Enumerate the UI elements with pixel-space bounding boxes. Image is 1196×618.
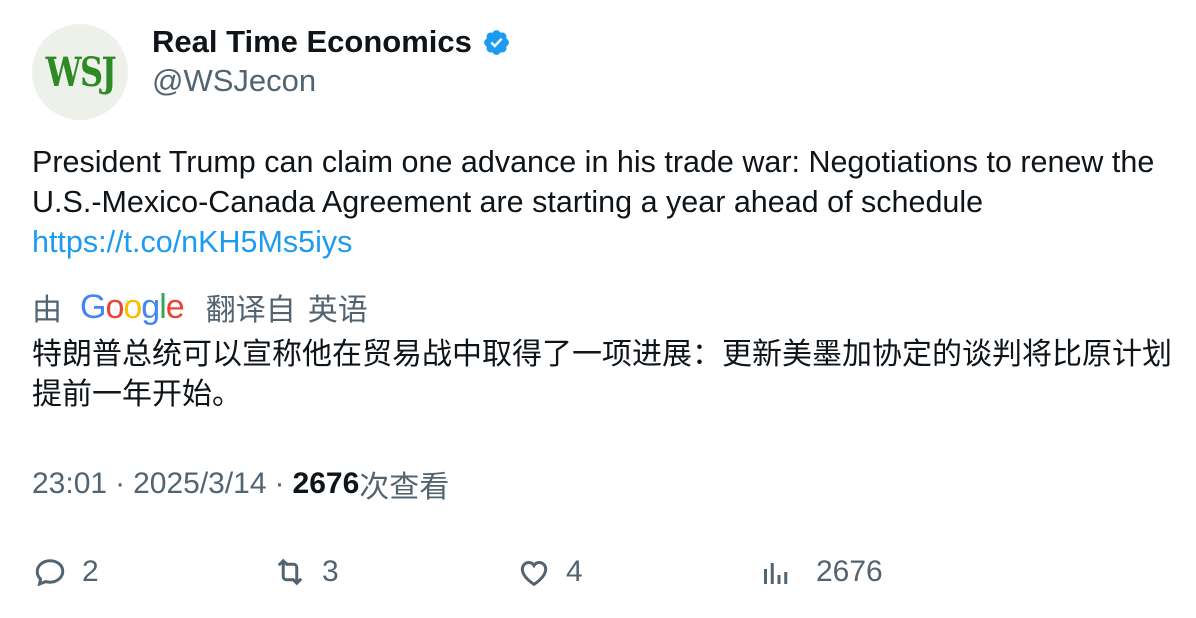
translated-from-label: 翻译自	[205, 294, 296, 327]
translated-text: 特朗普总统可以宣称他在贸易战中取得了一项进展：更新美墨加协定的谈判将比原计划提前…	[32, 338, 1172, 411]
name-row: Real Time Economics	[152, 22, 511, 62]
author-block: Real Time Economics @WSJecon	[152, 22, 511, 99]
like-count: 4	[566, 555, 583, 588]
retweet-button[interactable]: 3	[272, 548, 339, 596]
views-action-count: 2676	[816, 555, 883, 588]
retweet-count: 3	[322, 555, 339, 588]
views-count: 2676	[292, 467, 360, 500]
tweet-time[interactable]: 23:01	[32, 467, 107, 501]
reply-icon	[35, 559, 65, 587]
action-bar: 2 3 4 2676	[32, 548, 1172, 596]
tweet-link[interactable]: https://t.co/nKH5Ms5iys	[32, 222, 1172, 262]
handle[interactable]: @WSJecon	[152, 63, 511, 99]
like-icon	[520, 561, 548, 587]
like-button[interactable]: 4	[516, 548, 583, 596]
meta-separator: ·	[115, 467, 126, 500]
tweet-text: President Trump can claim one advance in…	[32, 142, 1172, 262]
translation-by: 由	[32, 294, 62, 327]
retweet-icon	[277, 558, 303, 586]
reply-count: 2	[82, 555, 99, 588]
tweet-date[interactable]: 2025/3/14	[133, 467, 266, 501]
meta-separator: ·	[274, 467, 285, 500]
display-name[interactable]: Real Time Economics	[152, 24, 472, 60]
avatar[interactable]: WSJ	[32, 24, 128, 120]
views-label: 次查看	[359, 471, 450, 504]
verified-badge-icon[interactable]	[482, 28, 511, 57]
tweet-meta: 23:01 · 2025/3/14 · 2676 次查看	[32, 464, 449, 504]
tweet-body: President Trump can claim one advance in…	[32, 145, 1155, 219]
wsj-logo: WSJ	[45, 48, 116, 96]
google-logo: Google	[80, 287, 185, 326]
reply-button[interactable]: 2	[32, 548, 99, 596]
translation-attribution: 由 Google 翻译自 英语	[32, 285, 368, 329]
source-language[interactable]: 英语	[308, 285, 368, 329]
views-icon	[764, 563, 788, 584]
views-button[interactable]: 2676	[758, 548, 883, 596]
